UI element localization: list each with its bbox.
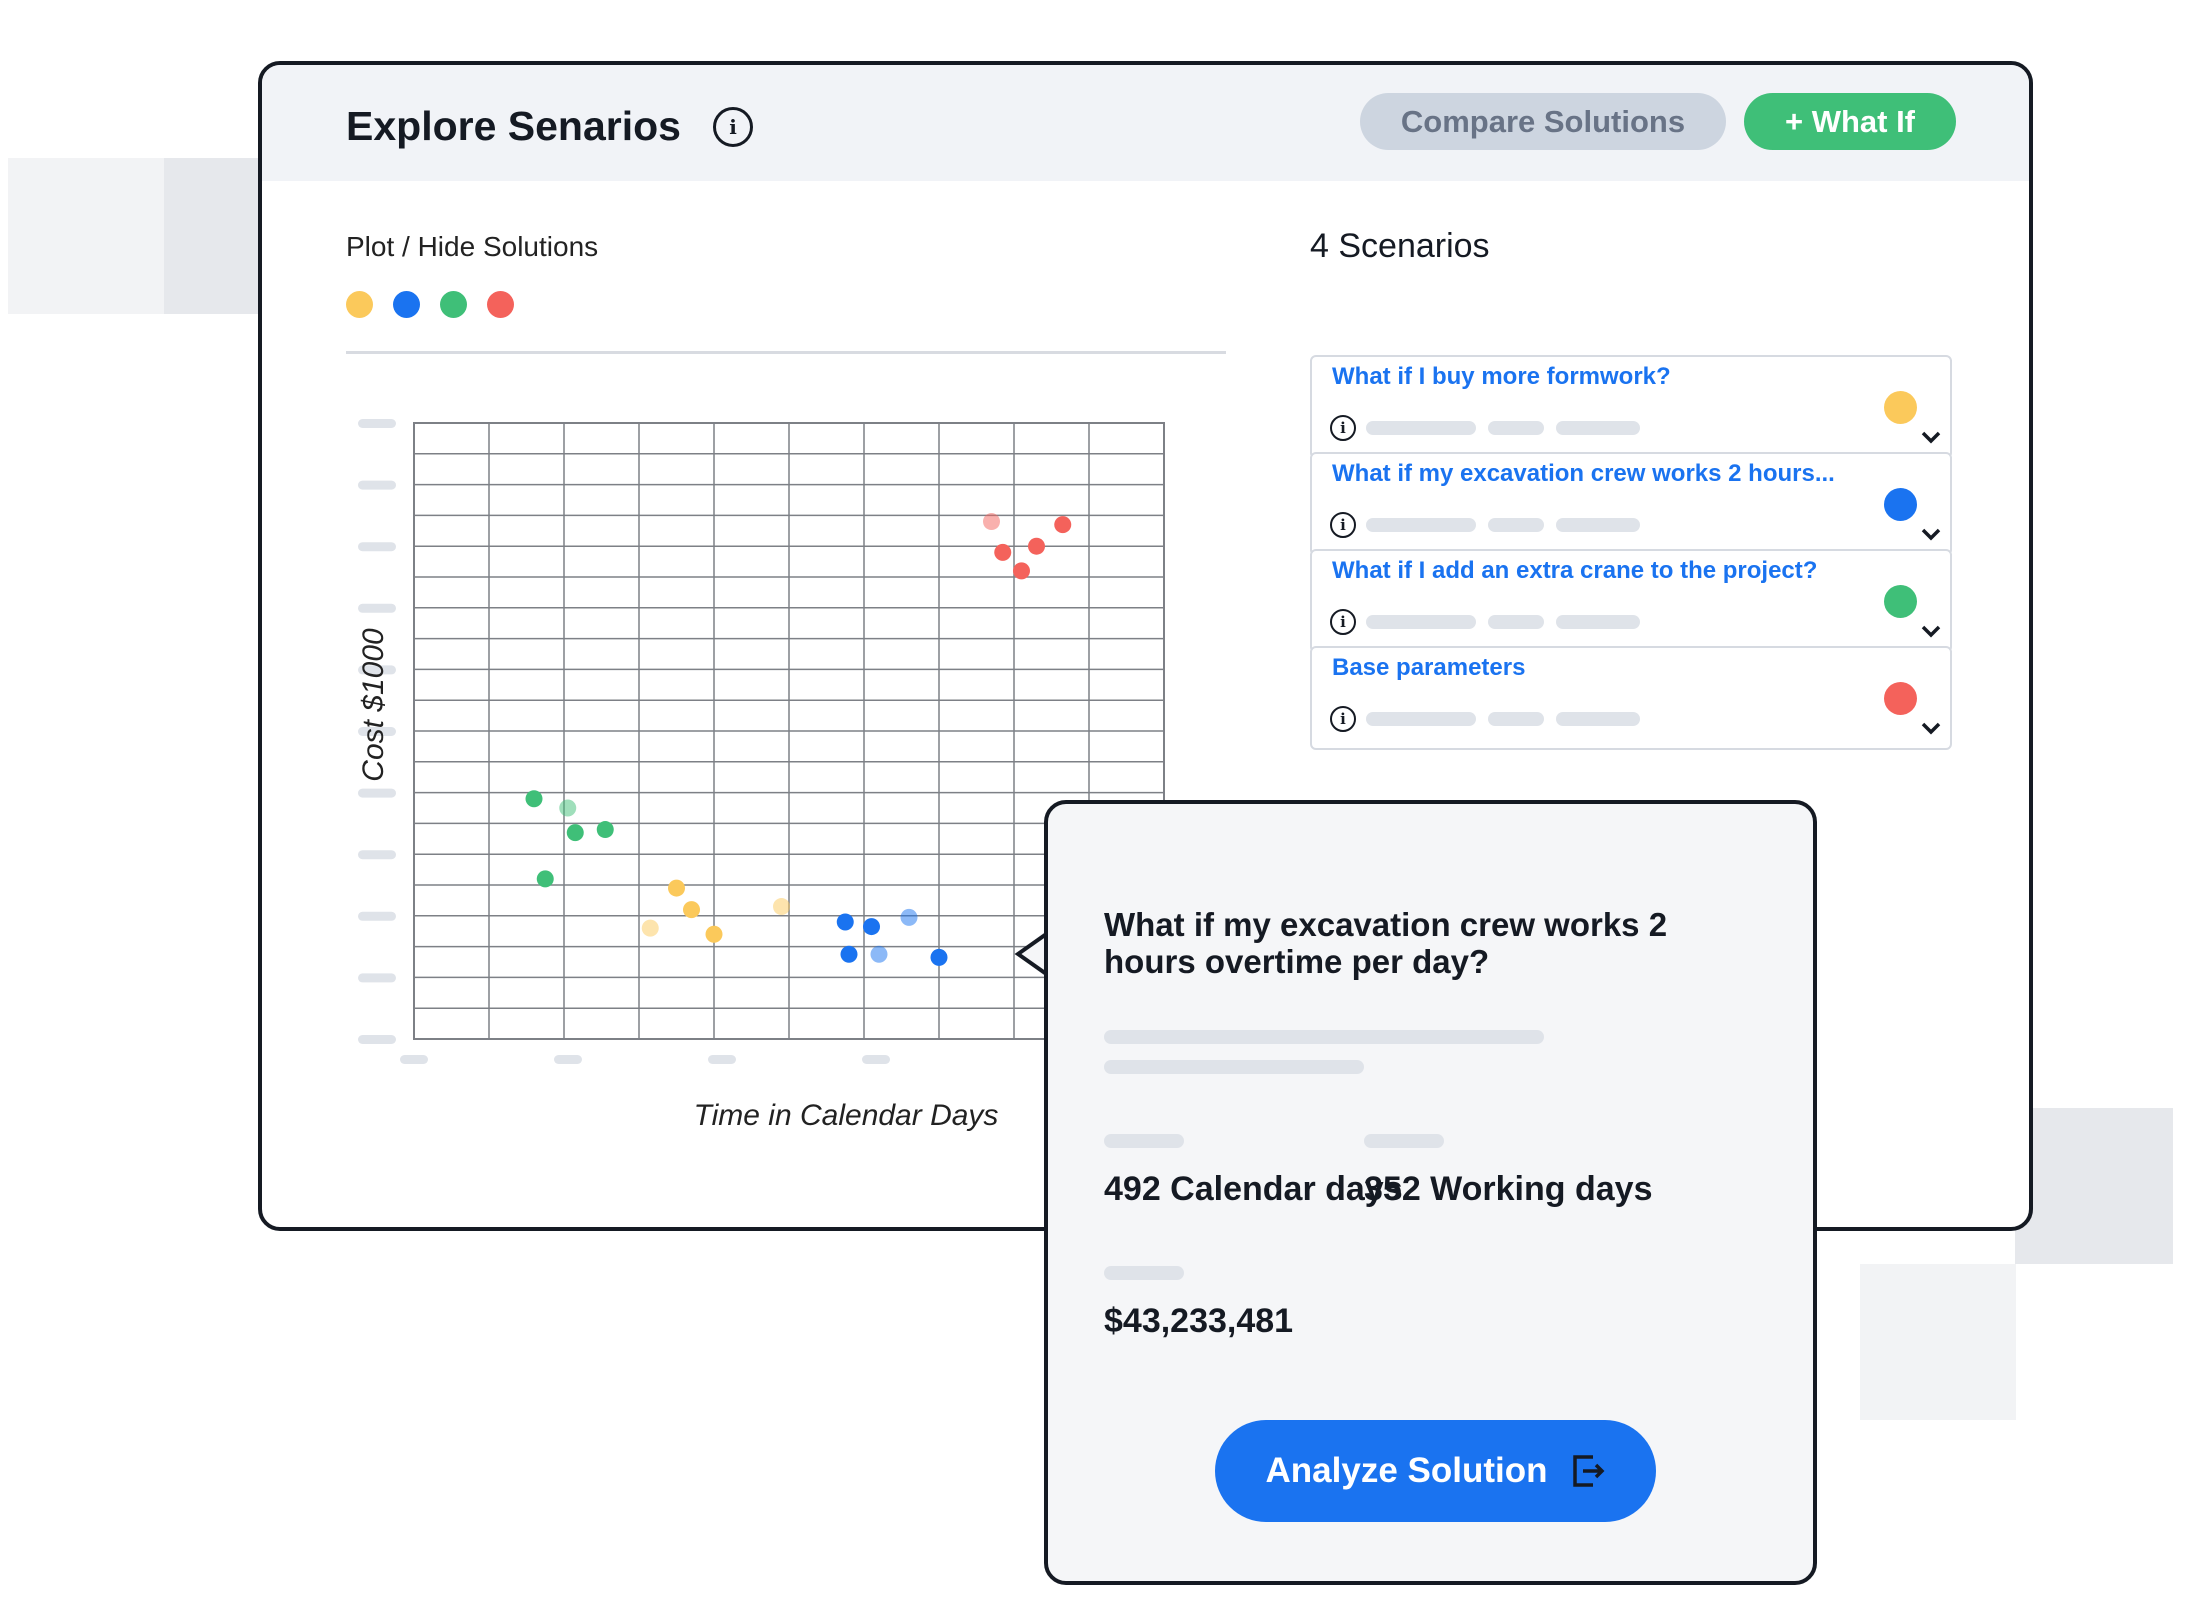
y-tick-label-placeholder xyxy=(358,542,396,552)
cost-value: $43,233,481 xyxy=(1104,1302,1294,1340)
data-point xyxy=(870,945,888,963)
scenario-card[interactable]: What if I buy more formwork? i xyxy=(1310,355,1952,459)
text-placeholder xyxy=(1104,1030,1544,1044)
data-point xyxy=(983,513,1000,531)
y-tick-label-placeholder xyxy=(358,419,396,428)
data-point xyxy=(596,821,614,839)
data-point xyxy=(641,919,659,937)
calendar-days-value: 492 Calendar days xyxy=(1104,1170,1403,1208)
data-point xyxy=(536,870,554,888)
text-placeholder xyxy=(1556,712,1640,726)
info-icon[interactable]: i xyxy=(1330,512,1356,538)
x-tick-label-placeholder xyxy=(554,1055,582,1064)
scenario-title[interactable]: What if I add an extra crane to the proj… xyxy=(1332,557,1872,585)
scenario-card[interactable]: Base parameters i xyxy=(1310,646,1952,750)
label-placeholder xyxy=(1364,1134,1444,1148)
data-point xyxy=(668,879,685,897)
data-point xyxy=(773,898,790,916)
info-icon[interactable]: i xyxy=(1330,609,1356,635)
scenario-color-dot xyxy=(1884,488,1917,521)
data-point xyxy=(559,799,577,817)
x-tick-label-placeholder xyxy=(708,1055,736,1064)
y-tick-label-placeholder xyxy=(358,850,396,860)
text-placeholder xyxy=(1104,1060,1364,1074)
y-axis-label: Cost $1000 xyxy=(357,628,390,782)
y-tick-label-placeholder xyxy=(358,1035,396,1044)
scenario-color-dot xyxy=(1884,585,1917,618)
popup-question: What if my excavation crew works 2 hours… xyxy=(1104,906,1668,980)
legend-toggle-yellow[interactable] xyxy=(346,291,373,318)
data-point xyxy=(840,945,858,963)
legend-toggle-red[interactable] xyxy=(487,291,514,318)
decor-square xyxy=(164,158,264,314)
text-placeholder xyxy=(1556,518,1640,532)
data-point xyxy=(930,948,948,966)
plot-hide-solutions-label: Plot / Hide Solutions xyxy=(346,231,599,262)
data-point xyxy=(1028,537,1045,555)
label-placeholder xyxy=(1104,1266,1184,1280)
scenario-count: 4 Scenarios xyxy=(1310,227,1490,265)
chevron-down-icon[interactable] xyxy=(1920,526,1942,542)
text-placeholder xyxy=(1556,421,1640,435)
decor-square xyxy=(8,158,164,314)
text-placeholder xyxy=(1366,518,1476,532)
export-arrow-icon xyxy=(1573,1455,1605,1487)
chevron-down-icon[interactable] xyxy=(1920,623,1942,639)
scenario-card[interactable]: What if I add an extra crane to the proj… xyxy=(1310,549,1952,653)
x-axis-label: Time in Calendar Days xyxy=(693,1099,999,1132)
text-placeholder xyxy=(1488,421,1544,435)
text-placeholder xyxy=(1488,518,1544,532)
text-placeholder xyxy=(1366,615,1476,629)
y-tick-label-placeholder xyxy=(358,911,396,921)
text-placeholder xyxy=(1556,615,1640,629)
divider xyxy=(346,351,1226,354)
x-tick-label-placeholder xyxy=(400,1055,428,1064)
scenario-title[interactable]: What if I buy more formwork? xyxy=(1332,363,1872,391)
data-point xyxy=(525,790,543,808)
data-point xyxy=(683,901,700,919)
info-icon[interactable]: i xyxy=(1330,706,1356,732)
legend-toggle-green[interactable] xyxy=(440,291,467,318)
y-tick-label-placeholder xyxy=(358,788,396,798)
working-days-value: 352 Working days xyxy=(1364,1170,1653,1208)
add-what-if-button[interactable]: + What If xyxy=(1744,93,1956,150)
scenario-title[interactable]: What if my excavation crew works 2 hours… xyxy=(1332,460,1872,488)
analyze-solution-label: Analyze Solution xyxy=(1265,1451,1548,1490)
scenario-title[interactable]: Base parameters xyxy=(1332,654,1872,682)
text-placeholder xyxy=(1366,421,1476,435)
solution-popup: What if my excavation crew works 2 hours… xyxy=(1044,800,1817,1585)
analyze-solution-button[interactable]: Analyze Solution xyxy=(1215,1420,1656,1522)
legend-toggle-blue[interactable] xyxy=(393,291,420,318)
info-icon[interactable]: i xyxy=(713,107,753,147)
panel-header: Explore Senarios i Compare Solutions + W… xyxy=(262,65,2029,181)
chevron-down-icon[interactable] xyxy=(1920,429,1942,445)
data-point xyxy=(1054,516,1072,534)
y-tick-label-placeholder xyxy=(358,603,396,613)
data-point xyxy=(836,913,854,931)
text-placeholder xyxy=(1488,615,1544,629)
scenario-card[interactable]: What if my excavation crew works 2 hours… xyxy=(1310,452,1952,556)
scenario-color-dot xyxy=(1884,391,1917,424)
text-placeholder xyxy=(1488,712,1544,726)
compare-solutions-button[interactable]: Compare Solutions xyxy=(1360,93,1726,150)
decor-square xyxy=(2015,1108,2173,1264)
text-placeholder xyxy=(1366,712,1476,726)
y-tick-label-placeholder xyxy=(358,480,396,490)
data-point xyxy=(1013,562,1030,580)
scenario-color-dot xyxy=(1884,682,1917,715)
data-point xyxy=(863,918,880,936)
chevron-down-icon[interactable] xyxy=(1920,720,1942,736)
decor-square xyxy=(1860,1264,2016,1420)
data-point xyxy=(566,824,584,842)
page-title: Explore Senarios xyxy=(346,103,681,149)
y-tick-label-placeholder xyxy=(358,973,396,983)
x-tick-label-placeholder xyxy=(862,1055,890,1064)
data-point xyxy=(994,543,1012,561)
label-placeholder xyxy=(1104,1134,1184,1148)
data-point xyxy=(705,925,723,943)
data-point xyxy=(900,908,918,926)
info-icon[interactable]: i xyxy=(1330,415,1356,441)
